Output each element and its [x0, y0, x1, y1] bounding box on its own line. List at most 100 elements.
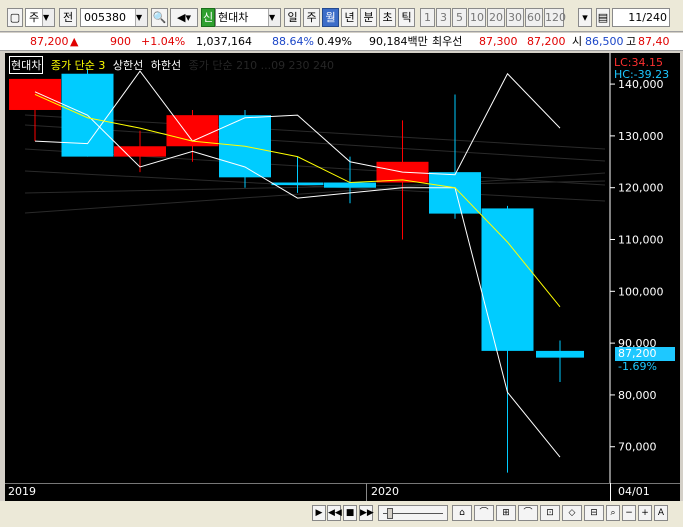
- period-tab-3[interactable]: 년: [341, 8, 358, 27]
- candle-body-9: [481, 208, 534, 351]
- y-tick-label-5: 120,000: [618, 182, 664, 195]
- y-axis-ticks: 70,00080,00090,000100,000110,000120,0001…: [610, 78, 664, 454]
- y-tick-label-1: 80,000: [618, 389, 657, 402]
- trade-amount: 90,184백만: [369, 35, 428, 48]
- legend-lower[interactable]: 하한선: [151, 59, 181, 72]
- tool-icon[interactable]: ◇: [562, 505, 582, 521]
- zoom-slider[interactable]: [378, 505, 448, 521]
- tool-icon[interactable]: ⌒: [518, 505, 538, 521]
- code-input[interactable]: 005380 ▼: [80, 8, 148, 27]
- y-tick-label-6: 130,000: [618, 130, 664, 143]
- interval-tab-2[interactable]: 5: [452, 8, 467, 27]
- x-label-2019: 2019: [8, 485, 36, 498]
- quote-bar: 87,200 ▲ 900 +1.04% 1,037,164 88.64% 0.4…: [0, 33, 683, 51]
- new-badge: 신: [201, 8, 215, 27]
- code-value: 005380: [84, 11, 126, 24]
- legend-ma[interactable]: 종가 단순 3: [51, 59, 105, 72]
- legend-upper[interactable]: 상한선: [113, 59, 143, 72]
- price-chart[interactable]: 70,000 80,000 90,000 100,000 110,000 120,000 1…: [5, 53, 680, 501]
- volume-ratio: 88.64%: [272, 35, 314, 48]
- period-tab-5[interactable]: 초: [379, 8, 396, 27]
- page-value: 11: [628, 11, 643, 24]
- interval-spin-icon[interactable]: ▾: [578, 8, 592, 27]
- price-change: 900: [110, 35, 131, 48]
- bottom-controls: ▶ ◀◀ ■ ▶▶ ⌂ ⌒ ⊞ ⌒ ⊡ ◇ ⊟ ⌕ − + A: [0, 501, 683, 527]
- page-total: /240: [642, 11, 667, 24]
- period-type-select[interactable]: 주 ▼: [25, 8, 55, 27]
- open-label: 시: [572, 35, 583, 48]
- tool-icon[interactable]: ⊡: [540, 505, 560, 521]
- current-price-box: 87,200: [615, 347, 675, 361]
- y-tick-label-3: 100,000: [618, 285, 664, 298]
- y-tick-label-4: 110,000: [618, 234, 664, 247]
- gear-icon[interactable]: ▤: [596, 8, 610, 27]
- chevron-down-icon: ▼: [135, 9, 147, 26]
- candlestick-chart-svg: 70,00080,00090,000100,000110,000120,0001…: [9, 53, 664, 483]
- stock-name-value: 현대차: [218, 11, 249, 24]
- search-icon[interactable]: 🔍: [151, 8, 168, 27]
- x-axis: 2019 2020 04/01: [5, 483, 680, 501]
- x-label-2020: 2020: [371, 485, 399, 498]
- up-arrow-icon: ▲: [70, 35, 79, 48]
- current-price: 87,200: [30, 35, 69, 48]
- x-axis-corner: [610, 483, 611, 501]
- open-price: 86,500: [585, 35, 624, 48]
- play-icon[interactable]: ▶: [312, 505, 326, 521]
- window-icon[interactable]: ▢: [7, 8, 23, 27]
- tool-icon[interactable]: ⊟: [584, 505, 604, 521]
- tool-icon[interactable]: ⌒: [474, 505, 494, 521]
- chart-legend: 현대차 종가 단순 3 상한선 하한선 종가 단순 210 ...09 230 …: [9, 56, 334, 74]
- high-price: 87,40: [638, 35, 670, 48]
- tool-icon[interactable]: ⌂: [452, 505, 472, 521]
- chevron-down-icon: ▼: [268, 9, 280, 26]
- interval-tab-0[interactable]: 1: [420, 8, 435, 27]
- price-change-pct: +1.04%: [141, 35, 186, 48]
- background-ma-line-5: [24, 172, 606, 214]
- fast-forward-icon[interactable]: ▶▶: [359, 505, 374, 521]
- rewind-icon[interactable]: ◀◀: [327, 505, 342, 521]
- period-tab-0[interactable]: 일: [284, 8, 301, 27]
- stock-name-field[interactable]: 현대차 ▼: [215, 8, 281, 27]
- x-label-date: 04/01: [618, 485, 650, 498]
- interval-tab-5[interactable]: 30: [506, 8, 524, 27]
- ask-price: 87,300: [479, 35, 518, 48]
- slider-handle[interactable]: [387, 508, 393, 519]
- candle-body-8: [429, 172, 481, 214]
- legend-stock-name[interactable]: 현대차: [9, 56, 44, 74]
- candle-body-10: [536, 350, 584, 358]
- interval-tab-1[interactable]: 3: [436, 8, 451, 27]
- period-tab-4[interactable]: 분: [360, 8, 377, 27]
- hc-readout: HC:-39.23: [614, 68, 670, 81]
- candle-body-6: [324, 182, 376, 188]
- plus-icon[interactable]: +: [638, 505, 652, 521]
- period-type-value: 주: [29, 11, 40, 24]
- interval-tab-3[interactable]: 10: [468, 8, 486, 27]
- y-tick-label-0: 70,000: [618, 441, 657, 454]
- zoom-in-icon[interactable]: ⌕: [606, 505, 620, 521]
- toolbar: ▢ 주 ▼ 전 005380 ▼ 🔍 ◀▾ 신 현대차 ▼ 일주월년분초틱 13…: [0, 0, 683, 32]
- bid-price: 87,200: [527, 35, 566, 48]
- page-counter[interactable]: 11/240: [612, 8, 670, 27]
- chevron-down-icon: ▼: [42, 9, 54, 26]
- speaker-icon[interactable]: ◀▾: [170, 8, 198, 27]
- minus-icon[interactable]: −: [622, 505, 636, 521]
- candle-body-2: [114, 146, 166, 157]
- interval-tab-4[interactable]: 20: [487, 8, 505, 27]
- turnover: 0.49%: [317, 35, 352, 48]
- prev-button[interactable]: 전: [59, 8, 77, 27]
- stop-icon[interactable]: ■: [343, 505, 357, 521]
- text-tool-icon[interactable]: A: [654, 505, 668, 521]
- candle-body-5: [271, 182, 324, 186]
- tool-icon[interactable]: ⊞: [496, 505, 516, 521]
- chart-window: ▢ 주 ▼ 전 005380 ▼ 🔍 ◀▾ 신 현대차 ▼ 일주월년분초틱 13…: [0, 0, 683, 527]
- legend-faded-ma: 종가 단순 210 ...09 230 240: [188, 59, 335, 72]
- interval-tab-7[interactable]: 120: [544, 8, 566, 27]
- period-tab-6[interactable]: 틱: [398, 8, 415, 27]
- period-tab-1[interactable]: 주: [303, 8, 320, 27]
- period-tab-2[interactable]: 월: [322, 8, 339, 27]
- x-divider: [366, 483, 367, 501]
- interval-tab-6[interactable]: 60: [525, 8, 543, 27]
- volume: 1,037,164: [196, 35, 252, 48]
- candles: [9, 68, 584, 473]
- best-quote-label: 최우선: [432, 35, 463, 48]
